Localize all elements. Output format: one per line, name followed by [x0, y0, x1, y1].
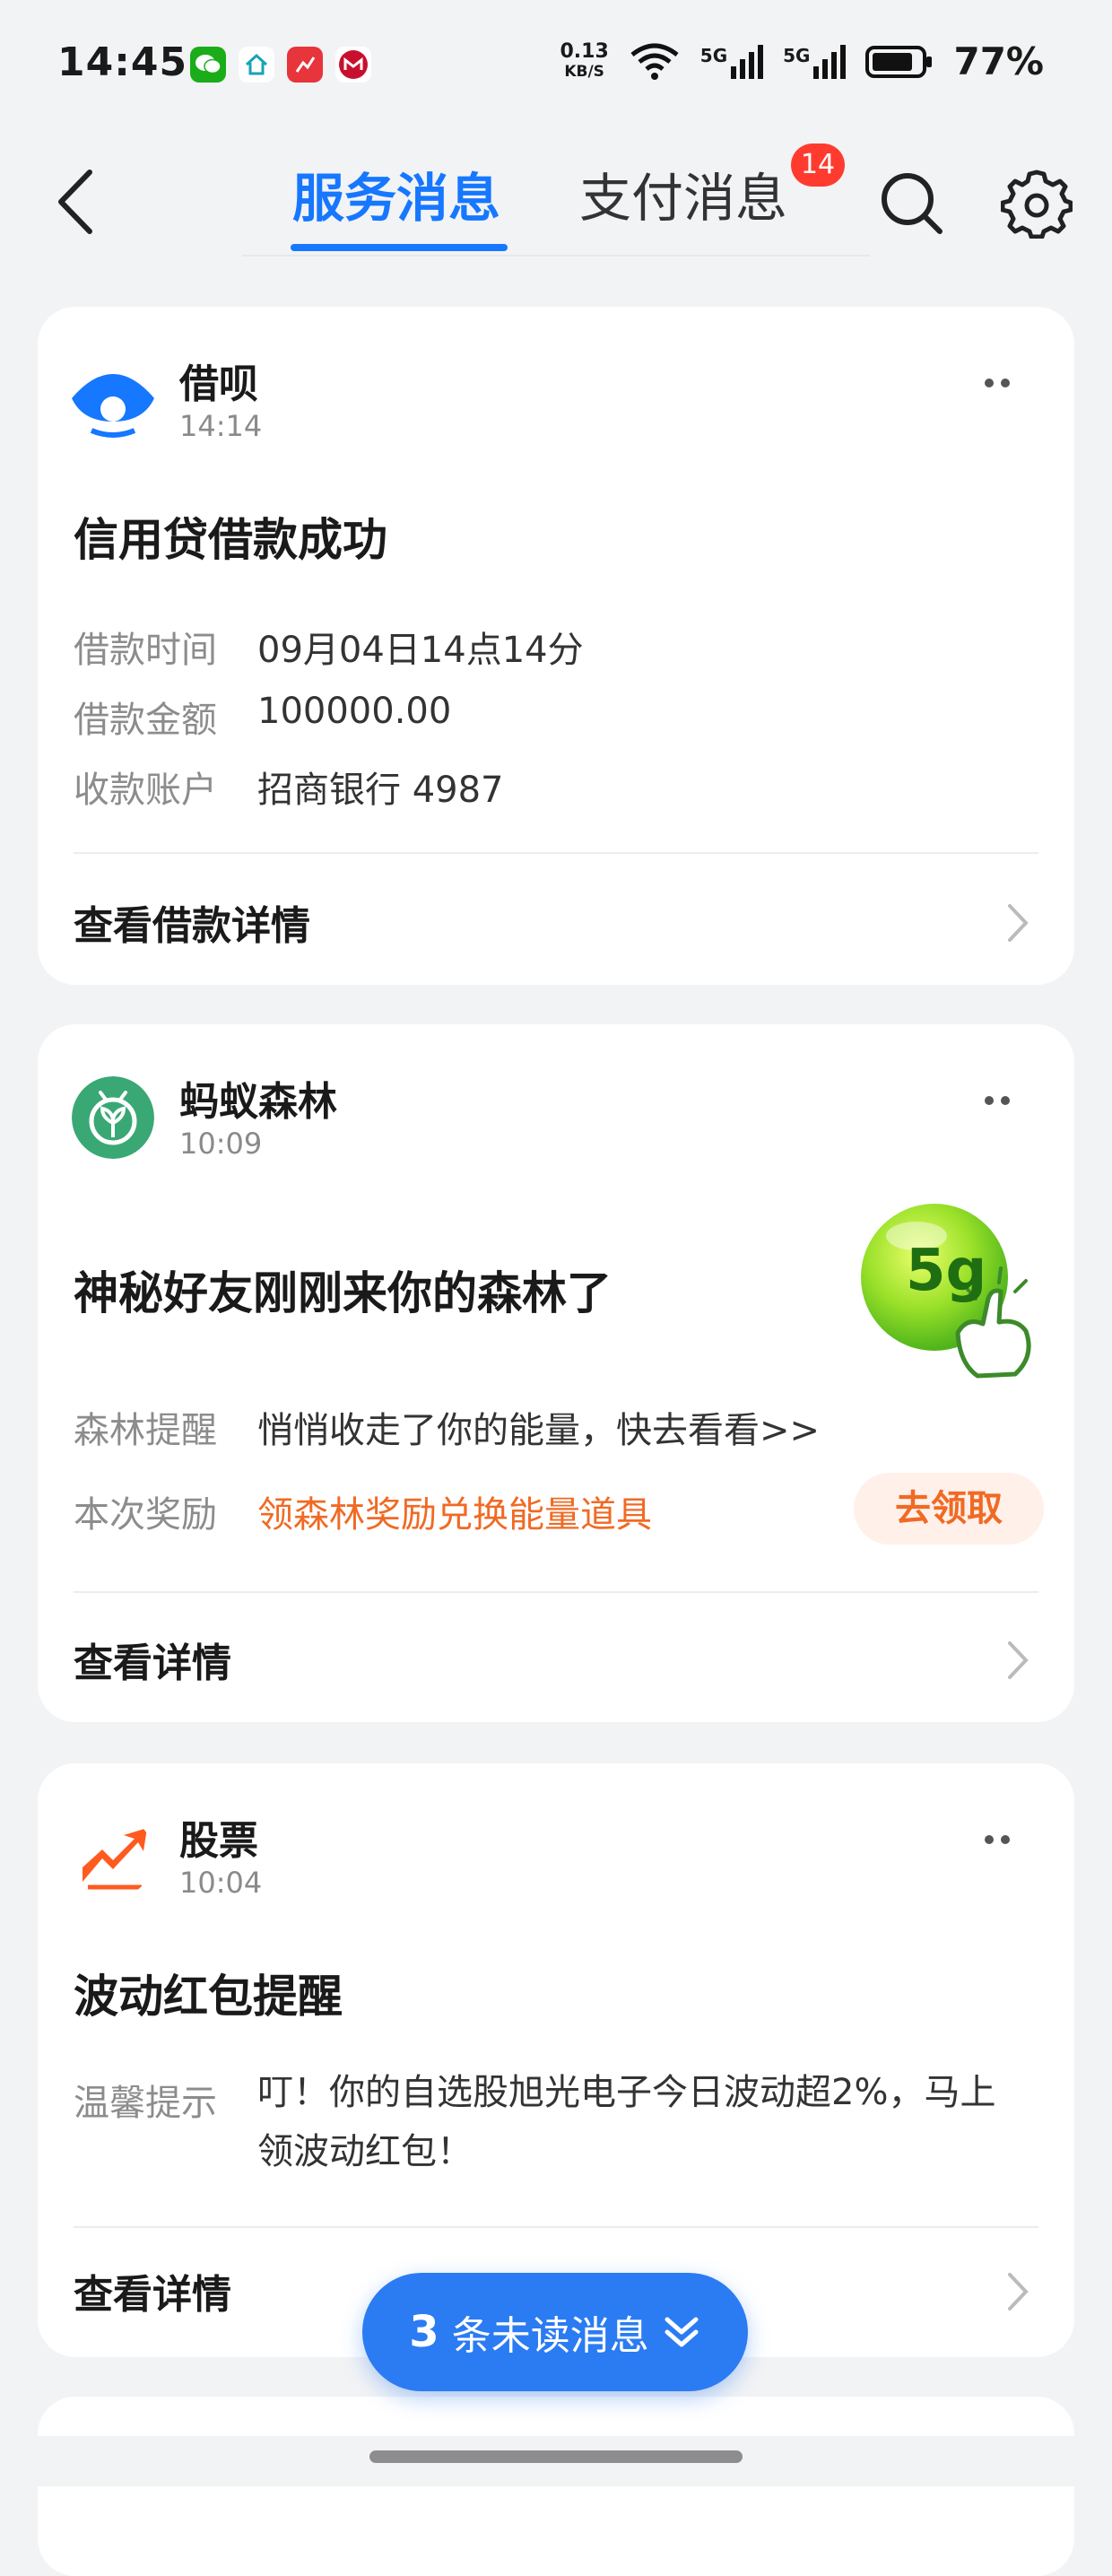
view-details-link[interactable]: 查看详情 — [74, 1631, 231, 1688]
message-time: 14:14 — [179, 409, 263, 443]
wechat-icon — [190, 47, 226, 83]
battery-level: 77% — [953, 39, 1044, 83]
sender-name: 借呗 — [179, 361, 258, 407]
claim-reward-button[interactable]: 去领取 — [854, 1473, 1044, 1545]
home-app-icon — [239, 47, 274, 83]
system-indicators: 0.13 KB/S 5G 5G 77% — [560, 39, 1045, 83]
view-loan-details-link[interactable]: 查看借款详情 — [74, 893, 310, 951]
search-icon[interactable] — [875, 167, 947, 239]
message-card-stock[interactable]: 股票 10:04 波动红包提醒 温馨提示 叮！你的自选股旭光电子今日波动超2%，… — [38, 1763, 1074, 2357]
energy-ball-icon[interactable]: 5g — [823, 1198, 1047, 1387]
detail-row: 温馨提示 叮！你的自选股旭光电子今日波动超2%，马上 领波动红包！ — [74, 2072, 996, 2172]
header: 服务消息 支付消息 14 — [0, 144, 1112, 260]
detail-row: 借款时间 09月04日14点14分 — [74, 630, 584, 671]
detail-row: 借款金额 100000.00 — [74, 691, 452, 741]
tab-payment-messages[interactable]: 支付消息 — [579, 156, 787, 231]
chevron-right-icon — [1008, 2273, 1029, 2311]
stock-app-icon — [287, 47, 323, 83]
active-tab-indicator — [291, 244, 508, 251]
more-options-icon[interactable] — [974, 1087, 1028, 1114]
notification-icons — [190, 47, 371, 83]
signal-icon: 5G — [783, 44, 847, 79]
gear-icon[interactable] — [1001, 167, 1073, 239]
tab-divider — [242, 255, 870, 257]
unread-label: 条未读消息 — [451, 2313, 649, 2359]
home-indicator[interactable] — [369, 2450, 743, 2463]
battery-icon — [865, 45, 933, 78]
wifi-icon — [630, 43, 679, 80]
back-button[interactable] — [45, 161, 108, 242]
sender-name: 股票 — [179, 1818, 258, 1864]
status-bar: 14:45 0.13 KB/S 5G 5G 77% — [0, 0, 1112, 135]
chevron-right-icon — [1008, 1641, 1029, 1679]
unread-count: 3 — [409, 2307, 439, 2357]
divider — [74, 2226, 1038, 2228]
reward-row: 本次奖励 领森林奖励兑换能量道具 — [74, 1494, 652, 1536]
chevron-right-icon — [1008, 904, 1029, 942]
sender-name: 蚂蚁森林 — [179, 1079, 337, 1125]
unread-badge: 14 — [791, 144, 845, 187]
message-time: 10:09 — [179, 1127, 263, 1161]
detail-row: 收款账户 招商银行 4987 — [74, 770, 504, 811]
more-options-icon[interactable] — [974, 1826, 1028, 1853]
chevron-double-down-icon — [665, 2317, 699, 2347]
message-time: 10:04 — [179, 1866, 263, 1900]
message-title: 波动红包提醒 — [74, 1971, 343, 2023]
message-title: 神秘好友刚刚来你的森林了 — [74, 1267, 612, 1319]
divider — [74, 852, 1038, 854]
message-title: 信用贷借款成功 — [74, 514, 387, 566]
unread-messages-button[interactable]: 3 条未读消息 — [362, 2273, 748, 2391]
view-details-link[interactable]: 查看详情 — [74, 2262, 231, 2319]
signal-icon: 5G — [700, 44, 764, 79]
message-card-partial[interactable] — [38, 2397, 1074, 2576]
more-options-icon[interactable] — [974, 370, 1028, 396]
jiebei-logo-icon — [72, 359, 154, 441]
divider — [74, 1591, 1038, 1593]
clock: 14:45 — [57, 39, 188, 85]
tab-service-messages[interactable]: 服务消息 — [292, 156, 500, 231]
message-card-loan[interactable]: 借呗 14:14 信用贷借款成功 借款时间 09月04日14点14分 借款金额 10… — [38, 307, 1074, 985]
bank-app-icon — [335, 47, 371, 83]
network-speed: 0.13 KB/S — [560, 39, 609, 81]
ant-forest-logo-icon — [72, 1076, 154, 1159]
energy-amount: 5g — [906, 1238, 987, 1304]
stock-logo-icon — [72, 1815, 154, 1898]
detail-row: 森林提醒 悄悄收走了你的能量，快去看看>> — [74, 1410, 821, 1451]
